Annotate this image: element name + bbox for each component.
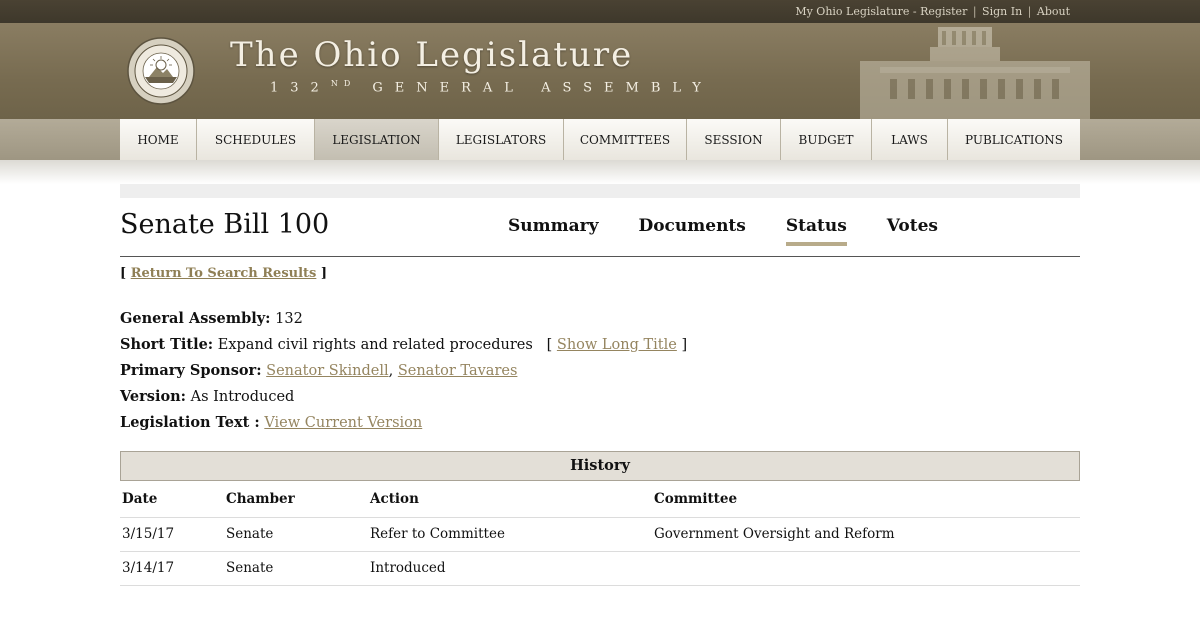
header-divider xyxy=(120,256,1080,257)
about-link[interactable]: About xyxy=(1037,5,1070,18)
cell-action: Introduced xyxy=(368,551,652,586)
nav-legislation[interactable]: LEGISLATION xyxy=(315,119,439,160)
return-to-search: [ Return To Search Results ] xyxy=(120,266,327,281)
cell-committee xyxy=(652,551,1080,586)
legislation-text-label: Legislation Text : xyxy=(120,414,260,431)
tab-status[interactable]: Status xyxy=(785,216,847,246)
nav-legislators[interactable]: LEGISLATORS xyxy=(439,119,564,160)
bracket-open: [ xyxy=(120,266,127,281)
primary-sponsor-row: Primary Sponsor: Senator Skindell, Senat… xyxy=(120,358,687,384)
assembly-ordinal: ND xyxy=(330,79,357,88)
cell-chamber: Senate xyxy=(224,517,368,552)
tab-summary[interactable]: Summary xyxy=(508,216,598,246)
cell-date: 3/14/17 xyxy=(120,551,224,586)
column-header-date[interactable]: Date xyxy=(120,481,224,518)
bill-info: General Assembly: 132 Short Title: Expan… xyxy=(120,306,687,436)
page-title: Senate Bill 100 xyxy=(120,209,330,240)
nav-schedules[interactable]: SCHEDULES xyxy=(197,119,315,160)
nav-budget[interactable]: BUDGET xyxy=(781,119,872,160)
history-heading: History xyxy=(120,451,1080,481)
main-navbar: HOME SCHEDULES LEGISLATION LEGISLATORS C… xyxy=(0,119,1200,160)
primary-sponsor-label: Primary Sponsor: xyxy=(120,362,262,379)
cell-action: Refer to Committee xyxy=(368,517,652,552)
utility-separator: | xyxy=(972,5,977,18)
version-row: Version: As Introduced xyxy=(120,384,687,410)
sponsor-link-tavares[interactable]: Senator Tavares xyxy=(398,363,518,379)
short-title-row: Short Title: Expand civil rights and rel… xyxy=(120,332,687,358)
nav-committees[interactable]: COMMITTEES xyxy=(564,119,687,160)
long-title-bracket-open: [ xyxy=(546,337,553,353)
utility-bar: My Ohio Legislature - Register | Sign In… xyxy=(0,0,1200,23)
my-ohio-legislature-link[interactable]: My Ohio Legislature xyxy=(795,5,909,18)
nav-shadow xyxy=(0,160,1200,184)
utility-separator: | xyxy=(1027,5,1032,18)
tab-votes[interactable]: Votes xyxy=(887,216,938,246)
table-row: 3/14/17 Senate Introduced xyxy=(120,551,1080,586)
column-header-committee[interactable]: Committee xyxy=(652,481,1080,518)
sign-in-link[interactable]: Sign In xyxy=(982,5,1022,18)
sponsor-link-skindell[interactable]: Senator Skindell xyxy=(266,363,388,379)
content-top-strip xyxy=(120,184,1080,198)
short-title-label: Short Title: xyxy=(120,336,214,353)
general-assembly-value: 132 xyxy=(275,311,303,327)
general-assembly-row: General Assembly: 132 xyxy=(120,306,687,332)
history-header-row: Date Chamber Action Committee xyxy=(120,481,1080,518)
utility-links: My Ohio Legislature - Register | Sign In… xyxy=(795,5,1070,18)
nav-laws[interactable]: LAWS xyxy=(872,119,948,160)
show-long-title-link[interactable]: Show Long Title xyxy=(557,337,677,353)
column-header-chamber[interactable]: Chamber xyxy=(224,481,368,518)
assembly-number: 132 xyxy=(270,80,331,96)
cell-committee: Government Oversight and Reform xyxy=(652,517,1080,552)
nav-home[interactable]: HOME xyxy=(120,119,197,160)
nav-publications[interactable]: PUBLICATIONS xyxy=(948,119,1080,160)
statehouse-image xyxy=(860,27,1090,119)
main-nav: HOME SCHEDULES LEGISLATION LEGISLATORS C… xyxy=(120,119,1080,160)
assembly-label: GENERAL ASSEMBLY xyxy=(372,80,713,96)
return-to-search-link[interactable]: Return To Search Results xyxy=(131,266,317,281)
site-subtitle: 132ND GENERAL ASSEMBLY xyxy=(270,79,713,95)
general-assembly-label: General Assembly: xyxy=(120,310,271,327)
short-title-value: Expand civil rights and related procedur… xyxy=(217,337,533,353)
version-label: Version: xyxy=(120,388,187,405)
long-title-bracket-close: ] xyxy=(681,337,688,353)
site-banner: The Ohio Legislature 132ND GENERAL ASSEM… xyxy=(0,23,1200,119)
cell-chamber: Senate xyxy=(224,551,368,586)
version-value: As Introduced xyxy=(190,389,295,405)
seal-icon[interactable] xyxy=(127,37,195,105)
register-link[interactable]: Register xyxy=(920,5,967,18)
bill-tabs: Summary Documents Status Votes xyxy=(508,216,978,246)
sponsor-comma: , xyxy=(388,363,394,379)
bracket-close: ] xyxy=(320,266,328,281)
history-section: History Date Chamber Action Committee 3/… xyxy=(120,451,1080,586)
legislation-text-row: Legislation Text : View Current Version xyxy=(120,410,687,436)
cell-date: 3/15/17 xyxy=(120,517,224,552)
table-row: 3/15/17 Senate Refer to Committee Govern… xyxy=(120,517,1080,552)
column-header-action[interactable]: Action xyxy=(368,481,652,518)
tab-documents[interactable]: Documents xyxy=(638,216,745,246)
history-table: Date Chamber Action Committee 3/15/17 Se… xyxy=(120,481,1080,586)
site-title[interactable]: The Ohio Legislature xyxy=(230,35,633,75)
view-current-version-link[interactable]: View Current Version xyxy=(264,415,422,431)
utility-dash: - xyxy=(912,5,917,18)
nav-session[interactable]: SESSION xyxy=(687,119,781,160)
